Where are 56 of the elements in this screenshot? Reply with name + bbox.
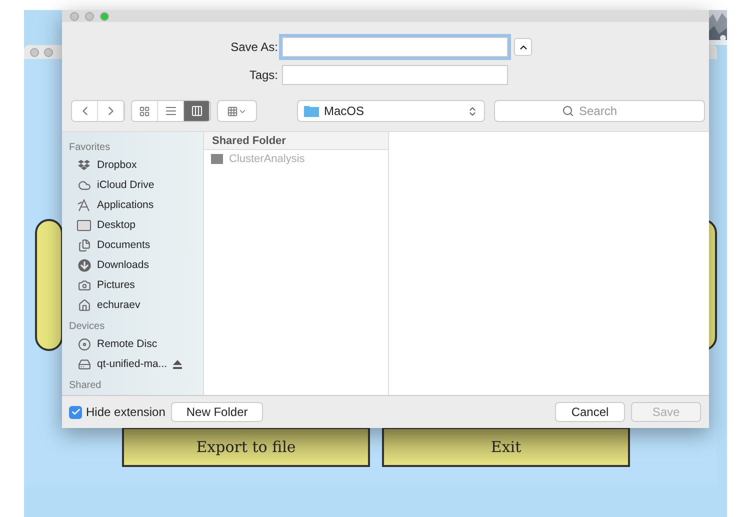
search-icon	[562, 105, 574, 117]
sidebar-section-title: Shared	[69, 379, 102, 393]
list-view-icon	[164, 105, 176, 117]
sidebar-item[interactable]: Applications	[69, 195, 203, 215]
sidebar-section-title: Favorites	[69, 141, 112, 155]
save-as-label: Save As:	[230, 40, 279, 54]
sidebar-section-title: Devices	[69, 320, 106, 334]
sidebar-item[interactable]: Remote Disc	[69, 334, 203, 354]
sidebar-item[interactable]: Desktop	[69, 215, 203, 235]
sidebar-item[interactable]: iCloud Drive	[69, 175, 203, 195]
minimize-button[interactable]	[44, 48, 53, 56]
tags-field[interactable]	[282, 65, 508, 85]
dialog-button[interactable]: Cancel	[555, 402, 625, 422]
download-icon	[78, 258, 90, 272]
grid-icon	[227, 106, 238, 116]
column-view-icon	[190, 105, 202, 117]
desktop-icon	[77, 220, 91, 230]
sidebar-item[interactable]: Downloads	[69, 255, 203, 275]
folder-icon	[211, 154, 223, 164]
disc-icon	[78, 338, 90, 350]
close-button[interactable]	[30, 48, 39, 56]
search-field[interactable]: Search	[494, 100, 705, 122]
save-as-field[interactable]	[282, 37, 508, 57]
app-button[interactable]: Export to file	[122, 427, 370, 467]
sidebar-item[interactable]: qt-unified-ma...	[69, 354, 203, 374]
column-header: Shared Folder	[204, 132, 388, 150]
app-button[interactable]: Exit	[382, 427, 630, 467]
drive-icon	[78, 358, 90, 370]
cloud-icon	[78, 178, 90, 192]
tags-label: Tags:	[248, 68, 279, 82]
arrange-button[interactable]	[217, 100, 257, 122]
location-popup[interactable]: MacOS	[297, 100, 485, 122]
search-input[interactable]: Search	[577, 103, 637, 119]
dialog-button[interactable]: New Folder	[171, 402, 263, 422]
check-icon	[70, 407, 80, 417]
sidebar-item[interactable]: Dropbox	[69, 155, 203, 175]
view-mode-button[interactable]	[184, 101, 210, 121]
folder-icon	[304, 105, 319, 117]
home-icon	[78, 298, 90, 312]
sidebar-item[interactable]: Pictures	[69, 275, 203, 295]
hide-extension-checkbox[interactable]: Hide extension	[69, 405, 166, 419]
back-button[interactable]	[72, 101, 98, 121]
documents-icon	[78, 238, 90, 252]
camera-icon	[78, 278, 90, 292]
zoom-button[interactable]	[100, 12, 109, 20]
collapse-button[interactable]	[514, 38, 532, 56]
sidebar-item[interactable]: Documents	[69, 235, 203, 255]
view-mode-button[interactable]	[132, 101, 158, 121]
eject-icon[interactable]	[173, 360, 182, 368]
dropbox-icon	[78, 159, 90, 171]
sidebar-item[interactable]: echuraev	[69, 295, 203, 315]
close-button[interactable]	[70, 12, 79, 20]
applications-icon	[77, 198, 91, 212]
minimize-button[interactable]	[85, 12, 94, 20]
updown-chevron-icon	[467, 106, 478, 116]
icon-view-icon	[139, 106, 150, 116]
